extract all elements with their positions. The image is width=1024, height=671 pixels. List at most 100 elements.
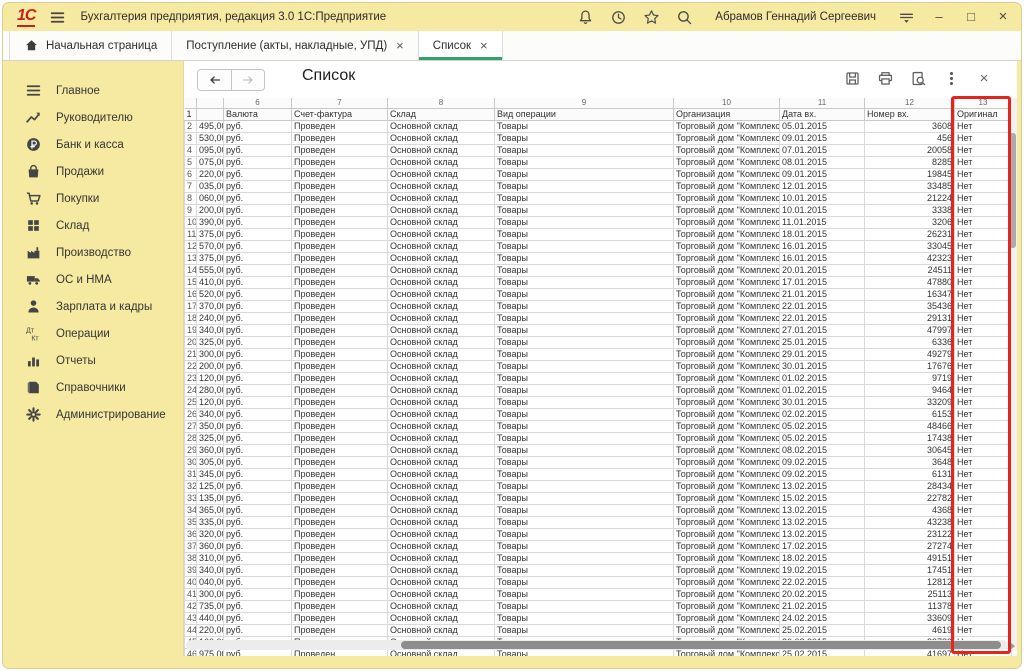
table-row[interactable]: 22200,00руб.ПроведенОсновной складТовары… — [185, 361, 1012, 373]
back-button[interactable] — [198, 70, 231, 90]
sidebar-item-fixed-assets[interactable]: ОС и НМА — [3, 266, 183, 293]
tab-close-icon[interactable]: × — [396, 39, 404, 52]
scroll-right-arrow-icon[interactable] — [1010, 642, 1015, 650]
tab-home[interactable]: Начальная страница — [9, 31, 172, 60]
favorites-icon[interactable] — [643, 9, 660, 26]
vertical-scrollbar-thumb[interactable] — [1009, 133, 1016, 248]
tab-spisok[interactable]: Список× — [419, 31, 503, 60]
sidebar-item-directories[interactable]: Справочники — [3, 374, 183, 401]
sidebar-item-sales[interactable]: Продажи — [3, 158, 183, 185]
table-row[interactable]: 17370,00руб.ПроведенОсновной складТовары… — [185, 301, 1012, 313]
column-header[interactable]: Номер вх. — [865, 109, 955, 121]
table-row[interactable]: 30305,00руб.ПроведенОсновной складТовары… — [185, 457, 1012, 469]
forward-button[interactable] — [231, 70, 264, 90]
table-row[interactable]: 8060,00руб.ПроведенОсновной складТоварыТ… — [185, 193, 1012, 205]
table-row[interactable]: 16520,00руб.ПроведенОсновной складТовары… — [185, 289, 1012, 301]
horizontal-scrollbar-thumb[interactable] — [401, 641, 1001, 649]
service-menu-icon[interactable] — [898, 9, 915, 26]
column-header[interactable] — [197, 109, 224, 121]
table-row[interactable]: 33135,00руб.ПроведенОсновной складТовары… — [185, 493, 1012, 505]
vertical-scrollbar[interactable] — [1008, 98, 1017, 650]
sidebar-item-operations[interactable]: ДтКтОперации — [3, 320, 183, 347]
table-row[interactable]: 42735,00руб.ПроведенОсновной складТовары… — [185, 601, 1012, 613]
table-row[interactable]: 38310,00руб.ПроведенОсновной складТовары… — [185, 553, 1012, 565]
table-row[interactable]: 18240,00руб.ПроведенОсновной складТовары… — [185, 313, 1012, 325]
table-row[interactable]: 3530,00руб.ПроведенОсновной складТоварыТ… — [185, 133, 1012, 145]
sidebar-item-warehouse[interactable]: Склад — [3, 212, 183, 239]
close-form-icon[interactable]: × — [975, 69, 993, 87]
tab-close-icon[interactable]: × — [480, 39, 488, 52]
table-row[interactable]: 12570,00руб.ПроведенОсновной складТовары… — [185, 241, 1012, 253]
table-row[interactable]: 27350,00руб.ПроведенОсновной складТовары… — [185, 421, 1012, 433]
table-cell: Нет — [955, 289, 1012, 301]
print-icon[interactable] — [876, 69, 894, 87]
more-icon[interactable] — [942, 69, 960, 87]
table-row[interactable]: 43440,00руб.ПроведенОсновной складТовары… — [185, 613, 1012, 625]
table-row[interactable]: 37360,00руб.ПроведенОсновной складТовары… — [185, 541, 1012, 553]
horizontal-scrollbar[interactable] — [186, 640, 1008, 650]
table-row[interactable]: 29360,00руб.ПроведенОсновной складТовары… — [185, 445, 1012, 457]
sidebar-item-salary-hr[interactable]: Зарплата и кадры — [3, 293, 183, 320]
maximize-button[interactable]: □ — [963, 9, 979, 25]
table-row[interactable]: 10390,00руб.ПроведенОсновной складТовары… — [185, 217, 1012, 229]
column-header[interactable]: Оригинал — [955, 109, 1012, 121]
table-row[interactable]: 28325,00руб.ПроведенОсновной складТовары… — [185, 433, 1012, 445]
sidebar-item-administration[interactable]: Администрирование — [3, 401, 183, 428]
column-header-row: 1 ВалютаСчет-фактураСкладВид операцииОрга… — [185, 109, 1012, 121]
sidebar-item-production[interactable]: Производство — [3, 239, 183, 266]
close-window-button[interactable]: × — [995, 9, 1011, 25]
table-row[interactable]: 21300,00руб.ПроведенОсновной складТовары… — [185, 349, 1012, 361]
table-row[interactable]: 44220,00руб.ПроведенОсновной складТовары… — [185, 625, 1012, 637]
preview-icon[interactable] — [909, 69, 927, 87]
table-row[interactable]: 26340,00руб.ПроведенОсновной складТовары… — [185, 409, 1012, 421]
column-header[interactable]: 1 — [185, 109, 197, 121]
table-row[interactable]: 24280,00руб.ПроведенОсновной складТовары… — [185, 385, 1012, 397]
table-row[interactable]: 40040,00руб.ПроведенОсновной складТовары… — [185, 577, 1012, 589]
column-header[interactable]: Вид операции — [495, 109, 674, 121]
table-row[interactable]: 41300,00руб.ПроведенОсновной складТовары… — [185, 589, 1012, 601]
sidebar-item-purchases[interactable]: Покупки — [3, 185, 183, 212]
table-row[interactable]: 39340,00руб.ПроведенОсновной складТовары… — [185, 565, 1012, 577]
table-row[interactable]: 35335,00руб.ПроведенОсновной складТовары… — [185, 517, 1012, 529]
sidebar-item-label: Справочники — [56, 382, 126, 394]
table-row[interactable]: 34365,00руб.ПроведенОсновной складТовары… — [185, 505, 1012, 517]
table-row[interactable]: 31345,00руб.ПроведенОсновной складТовары… — [185, 469, 1012, 481]
table-row[interactable]: 19340,00руб.ПроведенОсновной складТовары… — [185, 325, 1012, 337]
column-header[interactable]: Валюта — [224, 109, 292, 121]
sidebar-item-bank-cash[interactable]: Банк и касса — [3, 131, 183, 158]
history-icon[interactable] — [610, 9, 627, 26]
table-cell: Торговый дом "Комплексны — [674, 193, 780, 205]
table-cell: Проведен — [292, 181, 388, 193]
table-row[interactable]: 32125,00руб.ПроведенОсновной складТовары… — [185, 481, 1012, 493]
table-row[interactable]: 9200,00руб.ПроведенОсновной складТоварыТ… — [185, 205, 1012, 217]
table-row[interactable]: 25120,00руб.ПроведенОсновной складТовары… — [185, 397, 1012, 409]
main-menu-icon[interactable] — [49, 9, 66, 26]
table-row[interactable]: 6220,00руб.ПроведенОсновной складТоварыТ… — [185, 169, 1012, 181]
table-row[interactable]: 11375,00руб.ПроведенОсновной складТовары… — [185, 229, 1012, 241]
sidebar-item-reports[interactable]: Отчеты — [3, 347, 183, 374]
column-header[interactable]: Организация — [674, 109, 780, 121]
table-row[interactable]: 5075,00руб.ПроведенОсновной складТоварыТ… — [185, 157, 1012, 169]
table-row[interactable]: 14555,00руб.ПроведенОсновной складТовары… — [185, 265, 1012, 277]
sidebar-item-main[interactable]: Главное — [3, 77, 183, 104]
column-header[interactable]: Счет-фактура — [292, 109, 388, 121]
table-row[interactable]: 23120,00руб.ПроведенОсновной складТовары… — [185, 373, 1012, 385]
table-row[interactable]: 36320,00руб.ПроведенОсновной складТовары… — [185, 529, 1012, 541]
table-row[interactable]: 13375,00руб.ПроведенОсновной складТовары… — [185, 253, 1012, 265]
save-icon[interactable] — [843, 69, 861, 87]
table-cell: 11378 — [865, 601, 955, 613]
table-row[interactable]: 2495,00руб.ПроведенОсновной складТоварыТ… — [185, 121, 1012, 133]
search-icon[interactable] — [676, 9, 693, 26]
table-row[interactable]: 20325,00руб.ПроведенОсновной складТовары… — [185, 337, 1012, 349]
tab-postuplenie[interactable]: Поступление (акты, накладные, УПД)× — [172, 31, 418, 60]
column-header[interactable]: Дата вх. — [780, 109, 865, 121]
sidebar-item-manager[interactable]: Руководителю — [3, 104, 183, 131]
table-row[interactable]: 4095,00руб.ПроведенОсновной складТоварыТ… — [185, 145, 1012, 157]
table-row[interactable]: 7035,00руб.ПроведенОсновной складТоварыТ… — [185, 181, 1012, 193]
current-user[interactable]: Абрамов Геннадий Сергеевич — [715, 11, 876, 23]
column-header[interactable]: Склад — [388, 109, 495, 121]
sidebar-item-label: Руководителю — [56, 112, 133, 124]
minimize-button[interactable]: – — [931, 9, 947, 25]
notifications-icon[interactable] — [577, 9, 594, 26]
table-row[interactable]: 15410,00руб.ПроведенОсновной складТовары… — [185, 277, 1012, 289]
